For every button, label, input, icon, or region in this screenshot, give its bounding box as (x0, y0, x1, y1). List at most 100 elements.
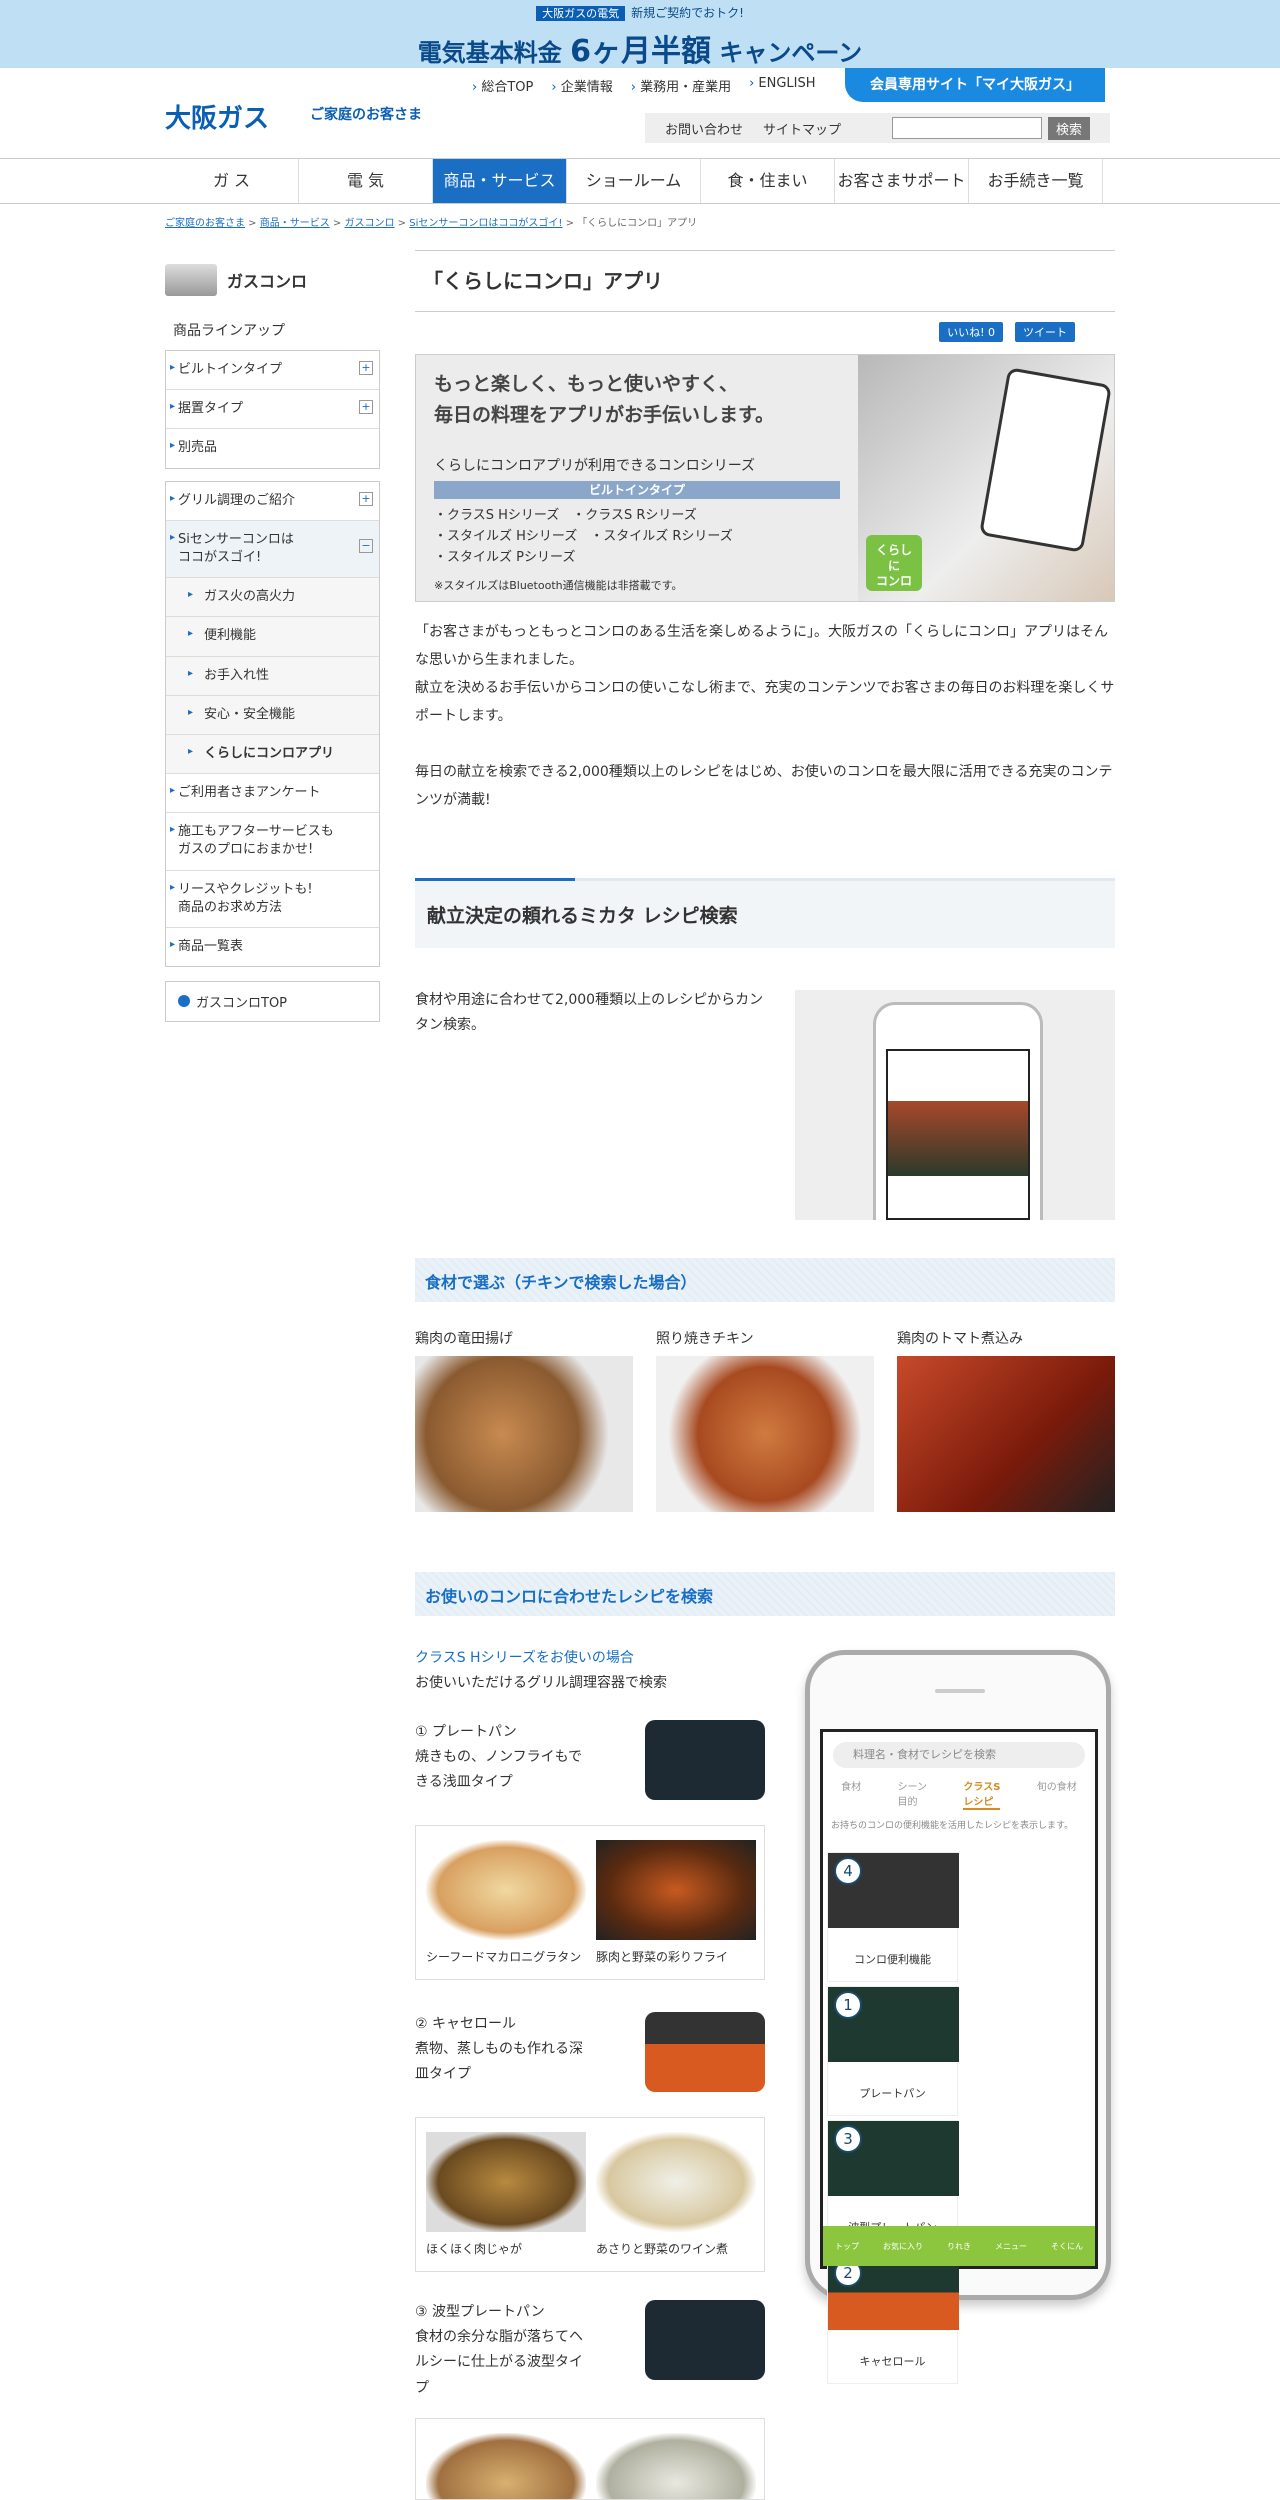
tweet-button[interactable]: ツイート (1015, 322, 1075, 342)
app-nav-home[interactable]: トップ (835, 2241, 859, 2252)
sidebar-item-list[interactable]: 商品一覧表 (166, 928, 379, 966)
sitemap-link[interactable]: サイトマップ (763, 119, 841, 138)
pan-desc: 煮物、蒸しものも作れる深皿タイプ (415, 2041, 583, 2083)
gnav-electricity[interactable]: 電 気 (299, 159, 433, 203)
sidebar-item-grill[interactable]: グリル調理のご紹介 + (166, 482, 379, 521)
sidebar-item-builtin[interactable]: ビルトインタイプ + (166, 351, 379, 391)
sidebar-item-purchase[interactable]: リースやクレジットも! 商品のお求め方法 (166, 871, 379, 928)
gnav-procedures[interactable]: お手続き一覧 (969, 159, 1103, 203)
recipe-card[interactable]: 照り焼きチキン (656, 1328, 874, 1512)
breadcrumb-link[interactable]: Siセンサーコンロはココがスゴイ! (409, 218, 562, 229)
banner-line1: 新規ご契約でおトク! (631, 6, 744, 20)
cell-label: コンロ便利機能 (854, 1953, 931, 1966)
subsection-stove: お使いのコンロに合わせたレシピを検索 (415, 1572, 1115, 1616)
app-phone-mockup: 料理名・食材でレシピを検索 食材 シーン 目的 クラスS レシピ 旬の食材 お持… (805, 1650, 1111, 2384)
breadcrumb-link[interactable]: ガスコンロ (345, 218, 395, 229)
gnav-gas[interactable]: ガ ス (165, 159, 299, 203)
header-tools: お問い合わせ サイトマップ 検索 (645, 113, 1110, 143)
app-nav-history[interactable]: りれき (947, 2241, 971, 2252)
pan-casserole: ② キャセロール煮物、蒸しものも作れる深皿タイプ (415, 2012, 765, 2092)
wave-pan-image (645, 2300, 765, 2380)
osaka-gas-logo[interactable]: 大阪ガス (165, 98, 269, 135)
util-link-business[interactable]: 業務用・産業用 (631, 76, 731, 95)
app-tab-active[interactable]: クラスS レシピ (963, 1778, 1001, 1810)
gnav-products[interactable]: 商品・サービス (433, 159, 567, 203)
social-buttons: いいね! 0 ツイート (939, 322, 1075, 342)
recipe-photo (596, 1840, 756, 1940)
member-site-button[interactable]: 会員専用サイト「マイ大阪ガス」 (845, 68, 1105, 102)
sidebar-item-tabletop[interactable]: 据置タイプ + (166, 390, 379, 430)
util-link-top[interactable]: 総合TOP (472, 76, 533, 95)
sidebar-item-accessories[interactable]: 別売品 (166, 429, 379, 467)
app-desc: お持ちのコンロの便利機能を活用したレシピを表示します。 (831, 1821, 1074, 1831)
logo-subtitle: ご家庭のお客さま (310, 107, 422, 123)
sidebar-subitem[interactable]: お手入れ性 (166, 656, 379, 696)
recipe-card[interactable]: あさりと野菜のワイン煮 (596, 2132, 756, 2257)
recipe-card[interactable]: 鶏肉のトマト煮込み (897, 1328, 1115, 1512)
breadcrumb-link[interactable]: ご家庭のお客さま (165, 218, 245, 229)
plus-icon[interactable]: + (359, 400, 373, 415)
search-button[interactable]: 検索 (1047, 116, 1090, 140)
hero-panel: もっと楽しく、もっと使いやすく、 毎日の料理をアプリがお手伝いします。 くらしに… (415, 354, 1115, 602)
app-tab[interactable]: 食材 (841, 1778, 861, 1810)
gnav-support[interactable]: お客さまサポート (835, 159, 969, 203)
sidebar-subitem-current[interactable]: くらしにコンロアプリ (166, 734, 379, 775)
app-tab[interactable]: 旬の食材 (1037, 1778, 1077, 1810)
search-input[interactable] (891, 117, 1042, 139)
app-cell[interactable]: 4 コンロ便利機能 (827, 1852, 959, 1982)
recipe-card[interactable] (596, 2433, 756, 2499)
subsection-title: お使いのコンロに合わせたレシピを検索 (425, 1587, 714, 1606)
lineup-heading: 商品ラインアップ (173, 323, 285, 339)
cell-number: 4 (834, 1857, 862, 1885)
sidebar-item-service[interactable]: 施工もアフターサービスも ガスのプロにおまかせ! (166, 813, 379, 871)
gas-stove-top-button[interactable]: ガスコンロTOP (165, 981, 380, 1023)
section-title: 献立決定の頼れるミカタ レシピ検索 (427, 905, 738, 927)
gnav-showroom[interactable]: ショールーム (567, 159, 701, 203)
page-title: 「くらしにコンロ」アプリ (415, 250, 1115, 312)
recipe-photo (426, 2132, 586, 2232)
pan-photos (415, 2418, 765, 2500)
recipe-card[interactable]: シーフードマカロニグラタン (426, 1840, 586, 1965)
gnav-food-living[interactable]: 食・住まい (701, 159, 835, 203)
app-search-input[interactable]: 料理名・食材でレシピを検索 (833, 1742, 1085, 1768)
app-nav-favorites[interactable]: お気に入り (883, 2241, 923, 2252)
pan-plate: ① プレートパン 焼きもの、ノンフライもできる浅皿タイプ (415, 1720, 765, 1800)
recipe-card[interactable]: 豚肉と野菜の彩りフライ (596, 1840, 756, 1965)
main-content: 「くらしにコンロ」アプリ いいね! 0 ツイート もっと楽しく、もっと使いやすく… (415, 250, 1115, 2500)
feature-box: グリル調理のご紹介 + Siセンサーコンロは ココがスゴイ! − ガス火の高火力 便… (165, 480, 380, 968)
plus-icon[interactable]: + (359, 361, 373, 375)
chicken-recipes: 鶏肉の竜田揚げ 照り焼きチキン 鶏肉のトマト煮込み (415, 1328, 1115, 1512)
class-intro: クラスS Hシリーズをお使いの場合 お使いいただけるグリル調理容器で検索 (415, 1646, 667, 1696)
recipe-card[interactable] (426, 2433, 586, 2499)
cell-label: プレートパン (859, 2087, 926, 2100)
breadcrumb-link[interactable]: 商品・サービス (260, 218, 330, 229)
contact-link[interactable]: お問い合わせ (665, 119, 743, 138)
sidebar-item-survey[interactable]: ご利用者さまアンケート (166, 774, 379, 814)
sidebar-subitem[interactable]: 安心・安全機能 (166, 695, 379, 735)
plus-icon[interactable]: + (359, 491, 373, 506)
sidebar-subitem[interactable]: ガス火の高火力 (166, 578, 379, 618)
sidebar-subitem[interactable]: 便利機能 (166, 617, 379, 657)
app-cell[interactable]: 1 プレートパン (827, 1986, 959, 2116)
app-screen (979, 367, 1112, 553)
pan-title: ② キャセロール (415, 2016, 517, 2032)
app-cell[interactable]: 2 キャセロール (827, 2254, 959, 2384)
plate-pan-image (645, 1720, 765, 1800)
facebook-like-button[interactable]: いいね! 0 (939, 322, 1003, 342)
util-link-english[interactable]: ENGLISH (749, 76, 815, 95)
minus-icon[interactable]: − (359, 538, 373, 553)
util-link-corporate[interactable]: 企業情報 (551, 76, 613, 95)
recipe-card[interactable]: ほくほく肉じゃが (426, 2132, 586, 2257)
app-logo: くらし に コンロ (866, 535, 922, 591)
campaign-banner[interactable]: 大阪ガスの電気 新規ご契約でおトク! 電気基本料金 6ヶ月半額 キャンペーン (0, 0, 1280, 69)
hero-heading: もっと楽しく、もっと使いやすく、 毎日の料理をアプリがお手伝いします。 (434, 373, 775, 427)
recipe-photo (596, 2433, 756, 2499)
app-nav-confirm[interactable]: そくにん (1051, 2241, 1083, 2252)
hero-series-title: くらしにコンロアプリが利用できるコンロシリーズ (434, 458, 756, 474)
pan-wave: ③ 波型プレートパン 食材の余分な脂が落ちてヘルシーに仕上がる波型タイプ (415, 2300, 765, 2401)
app-nav-menu[interactable]: メニュー (995, 2241, 1027, 2252)
app-tab[interactable]: シーン 目的 (898, 1778, 928, 1810)
recipe-photo (656, 1356, 874, 1512)
sidebar-item-si[interactable]: Siセンサーコンロは ココがスゴイ! − (166, 520, 379, 579)
recipe-card[interactable]: 鶏肉の竜田揚げ (415, 1328, 633, 1512)
